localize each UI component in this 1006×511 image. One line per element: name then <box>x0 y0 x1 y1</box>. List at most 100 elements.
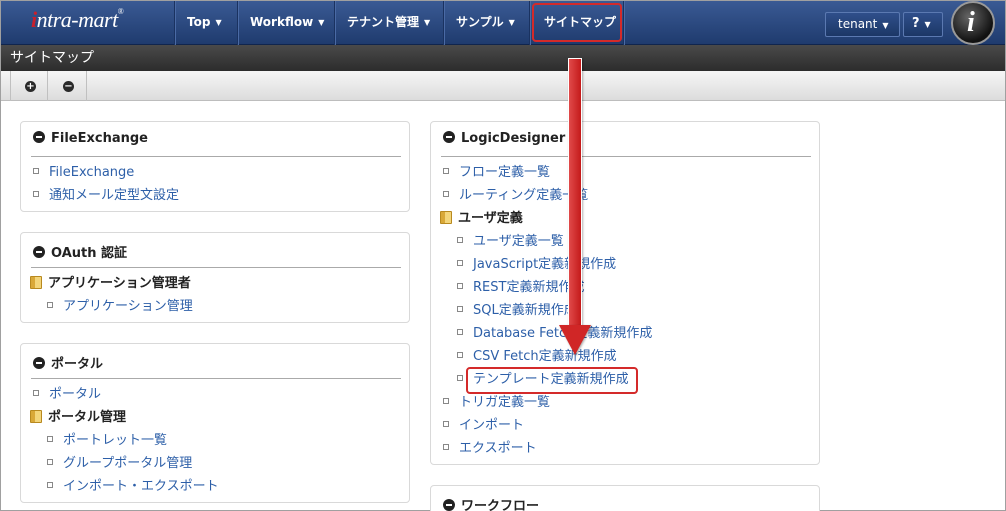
bullet-icon <box>457 352 463 358</box>
panel-workflow: ワークフロー <box>430 485 820 511</box>
nav-item-label: Top <box>187 15 211 29</box>
bullet-icon <box>457 375 463 381</box>
help-dropdown-button[interactable]: ? ▼ <box>903 12 943 37</box>
nav-divider <box>174 1 175 45</box>
link-portal[interactable]: ポータル <box>49 387 101 402</box>
caret-down-icon: ▼ <box>424 17 431 27</box>
intra-mart-logo[interactable]: intra-mart® <box>31 7 124 39</box>
help-label: ? <box>912 16 920 31</box>
link-csv-fetch-new[interactable]: CSV Fetch定義新規作成 <box>473 349 617 364</box>
divider <box>31 156 401 157</box>
link-app-management[interactable]: アプリケーション管理 <box>63 299 193 314</box>
list-item: インポート・エクスポート <box>47 477 219 497</box>
expand-all-button[interactable]: + <box>10 71 48 101</box>
group-portal-admin: ポータル管理 <box>30 408 126 428</box>
bullet-icon <box>443 168 449 174</box>
list-item: SQL定義新規作成 <box>457 301 577 321</box>
caret-down-icon: ▼ <box>318 17 325 27</box>
link-user-definition-list[interactable]: ユーザ定義一覧 <box>473 234 564 249</box>
list-item: 通知メール定型文設定 <box>33 186 179 206</box>
caret-down-icon: ▼ <box>508 17 515 27</box>
bullet-icon <box>457 237 463 243</box>
list-item: フロー定義一覧 <box>443 163 550 183</box>
link-flow-definitions[interactable]: フロー定義一覧 <box>459 165 550 180</box>
nav-item-label: テナント管理 <box>347 15 420 29</box>
group-user-definitions: ユーザ定義 <box>440 209 523 229</box>
list-item: Database Fetch定義新規作成 <box>457 324 652 344</box>
caret-down-icon: ▼ <box>215 17 222 27</box>
link-group-portal[interactable]: グループポータル管理 <box>63 456 192 471</box>
bullet-icon <box>457 283 463 289</box>
bullet-icon <box>457 329 463 335</box>
bullet-icon <box>443 398 449 404</box>
collapse-icon <box>33 246 45 258</box>
bullet-icon <box>443 421 449 427</box>
minus-circle-icon: − <box>63 81 74 92</box>
page-title: サイトマップ <box>1 45 1005 71</box>
bullet-icon <box>457 306 463 312</box>
nav-divider <box>443 1 444 45</box>
divider <box>441 156 811 157</box>
link-mail-template[interactable]: 通知メール定型文設定 <box>49 188 179 203</box>
collapse-icon <box>443 499 455 511</box>
bullet-icon <box>457 260 463 266</box>
panel-oauth: OAuth 認証 アプリケーション管理者 アプリケーション管理 <box>20 232 410 323</box>
group-app-admin: アプリケーション管理者 <box>30 274 191 294</box>
bullet-icon <box>47 459 53 465</box>
logo-mark: ® <box>117 7 124 16</box>
nav-item-top[interactable]: Top ▼ <box>187 1 222 45</box>
annotation-arrow-head-icon <box>559 325 591 355</box>
bullet-icon <box>443 444 449 450</box>
list-item: CSV Fetch定義新規作成 <box>457 347 617 367</box>
plus-circle-icon: + <box>25 81 36 92</box>
nav-divider <box>623 1 624 45</box>
nav-item-tenant-admin[interactable]: テナント管理 ▼ <box>347 1 430 45</box>
annotation-arrow-shaft <box>568 58 582 326</box>
link-trigger-definitions[interactable]: トリガ定義一覧 <box>459 395 550 410</box>
panel-portal: ポータル ポータル ポータル管理 ポートレット一覧 グループポータル管理 インポ… <box>20 343 410 503</box>
bullet-icon <box>443 191 449 197</box>
list-item: ポータル <box>33 385 101 405</box>
list-item: ポートレット一覧 <box>47 431 167 451</box>
link-sql-new[interactable]: SQL定義新規作成 <box>473 303 577 318</box>
link-import[interactable]: インポート <box>459 418 524 433</box>
list-item: トリガ定義一覧 <box>443 393 550 413</box>
list-item: インポート <box>443 416 524 436</box>
panel-fileexchange: FileExchange FileExchange 通知メール定型文設定 <box>20 121 410 212</box>
link-javascript-new[interactable]: JavaScript定義新規作成 <box>473 257 616 272</box>
collapse-icon <box>443 131 455 143</box>
user-avatar[interactable]: i <box>951 1 995 45</box>
bullet-icon <box>47 482 53 488</box>
link-import-export[interactable]: インポート・エクスポート <box>63 479 219 494</box>
list-item: アプリケーション管理 <box>47 297 193 317</box>
list-item: グループポータル管理 <box>47 454 192 474</box>
link-portlet-list[interactable]: ポートレット一覧 <box>63 433 167 448</box>
bullet-icon <box>33 390 39 396</box>
tenant-dropdown-button[interactable]: tenant ▼ <box>825 12 900 37</box>
nav-item-sample[interactable]: サンプル ▼ <box>456 1 515 45</box>
caret-down-icon: ▼ <box>924 20 931 29</box>
panel-title[interactable]: LogicDesigner <box>443 131 565 146</box>
panel-title[interactable]: ワークフロー <box>443 495 539 511</box>
link-fileexchange[interactable]: FileExchange <box>49 165 134 180</box>
logo-text: intra-mart <box>31 7 118 32</box>
list-item: ユーザ定義一覧 <box>457 232 564 252</box>
link-export[interactable]: エクスポート <box>459 441 537 456</box>
nav-divider <box>237 1 238 45</box>
panel-title[interactable]: ポータル <box>33 353 103 372</box>
collapse-all-button[interactable]: − <box>49 71 87 101</box>
bullet-icon <box>33 191 39 197</box>
nav-divider <box>529 1 530 45</box>
nav-divider <box>334 1 335 45</box>
collapse-icon <box>33 357 45 369</box>
panel-title[interactable]: FileExchange <box>33 131 148 146</box>
folder-icon <box>30 410 42 423</box>
tenant-label: tenant <box>838 17 878 31</box>
nav-item-workflow[interactable]: Workflow ▼ <box>250 1 324 45</box>
list-item: FileExchange <box>33 163 134 183</box>
list-item: JavaScript定義新規作成 <box>457 255 616 275</box>
folder-icon <box>30 276 42 289</box>
top-navbar: intra-mart® Top ▼ Workflow ▼ テナント管理 ▼ サンプル ▼… <box>1 1 1005 45</box>
avatar-letter: i <box>967 7 975 38</box>
panel-title[interactable]: OAuth 認証 <box>33 242 127 261</box>
